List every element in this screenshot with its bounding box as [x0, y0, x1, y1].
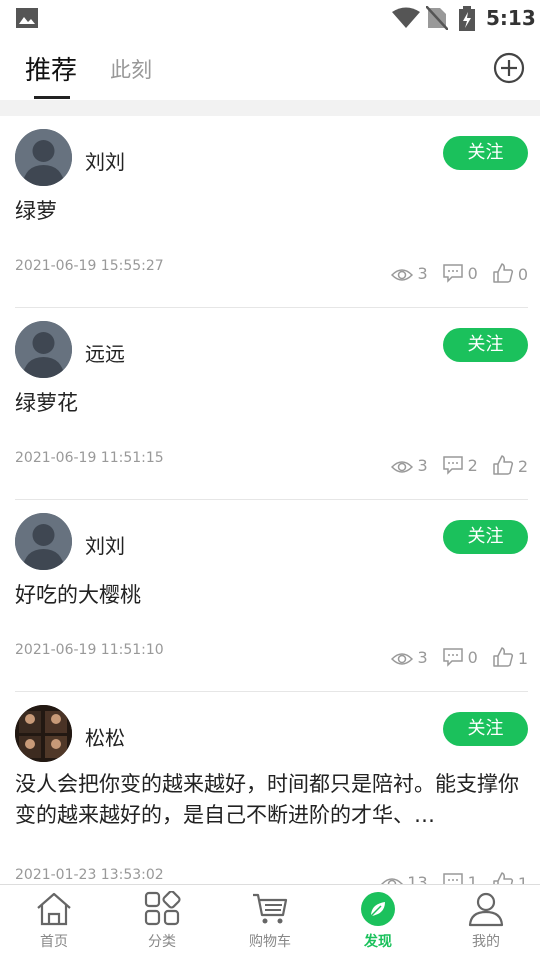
comment-icon: [442, 456, 463, 475]
clock-time: 5:13: [486, 6, 536, 30]
view-count: 3: [391, 264, 428, 283]
follow-button[interactable]: 关注: [443, 712, 528, 746]
comment-count[interactable]: 0: [442, 263, 478, 283]
post-item[interactable]: 松松 关注 没人会把你变的越来越好，时间都只是陪衬。能支撑你变的越来越好的，是自…: [0, 692, 540, 884]
post-time: 2021-06-19 11:51:15: [15, 450, 164, 466]
username[interactable]: 松松: [85, 722, 125, 751]
comment-icon: [442, 648, 463, 667]
follow-button[interactable]: 关注: [443, 136, 528, 170]
like-count[interactable]: 2: [492, 454, 528, 476]
username[interactable]: 刘刘: [85, 146, 125, 175]
discover-icon: [361, 892, 395, 926]
home-icon: [37, 892, 71, 926]
nav-cart[interactable]: 购物车: [230, 891, 310, 951]
thumbs-up-icon: [493, 455, 513, 475]
comment-count[interactable]: 1: [442, 872, 478, 884]
post-content[interactable]: 没人会把你变的越来越好，时间都只是陪衬。能支撑你变的越来越好的，是自己不断进阶的…: [15, 769, 525, 831]
post-content[interactable]: 好吃的大樱桃: [15, 580, 525, 611]
post-time: 2021-06-19 11:51:10: [15, 642, 164, 658]
view-count: 13: [381, 873, 428, 884]
bottom-nav-bar: 首页 分类 购物车 发现 我的: [0, 884, 540, 961]
username[interactable]: 刘刘: [85, 530, 125, 559]
follow-button[interactable]: 关注: [443, 328, 528, 362]
follow-button[interactable]: 关注: [443, 520, 528, 554]
battery-charging-icon: [459, 6, 475, 31]
username[interactable]: 远远: [85, 338, 125, 367]
post-item[interactable]: 远远 关注 绿萝花 2021-06-19 11:51:15 3 2 2: [0, 308, 540, 500]
nav-profile[interactable]: 我的: [446, 891, 526, 951]
default-avatar-icon: [15, 129, 72, 186]
active-tab-indicator: [34, 96, 70, 99]
like-count[interactable]: 1: [492, 871, 528, 884]
eye-icon: [391, 268, 414, 281]
section-divider: [0, 100, 540, 116]
add-post-icon[interactable]: [493, 52, 525, 84]
tab-recommend[interactable]: 推荐: [25, 50, 77, 87]
category-icon: [144, 891, 181, 926]
avatar[interactable]: [15, 705, 72, 762]
post-stats: 3 0 1: [377, 646, 528, 668]
top-tab-bar: 推荐 此刻: [0, 38, 540, 100]
avatar[interactable]: [15, 321, 72, 378]
thumbs-up-icon: [493, 263, 513, 283]
tab-moment[interactable]: 此刻: [110, 54, 152, 84]
view-count: 3: [391, 648, 428, 667]
no-sim-icon: [426, 6, 448, 30]
nav-discover[interactable]: 发现: [338, 891, 418, 951]
image-icon: [16, 8, 38, 28]
default-avatar-icon: [15, 321, 72, 378]
thumbs-up-icon: [493, 872, 513, 884]
post-item[interactable]: 刘刘 关注 绿萝 2021-06-19 15:55:27 3 0 0: [0, 116, 540, 308]
like-count[interactable]: 0: [492, 262, 528, 284]
post-time: 2021-06-19 15:55:27: [15, 258, 164, 274]
wifi-icon: [392, 7, 420, 28]
post-content[interactable]: 绿萝花: [15, 388, 525, 419]
avatar[interactable]: [15, 129, 72, 186]
view-count: 3: [391, 456, 428, 475]
nav-category[interactable]: 分类: [122, 891, 202, 951]
post-stats: 3 0 0: [377, 262, 528, 284]
eye-icon: [381, 877, 404, 884]
post-content[interactable]: 绿萝: [15, 196, 525, 227]
post-time: 2021-01-23 13:53:02: [15, 867, 164, 883]
thumbs-up-icon: [493, 647, 513, 667]
like-count[interactable]: 1: [492, 646, 528, 668]
avatar[interactable]: [15, 513, 72, 570]
comment-count[interactable]: 0: [442, 647, 478, 667]
nav-home[interactable]: 首页: [14, 891, 94, 951]
status-bar: 5:13: [0, 0, 540, 38]
profile-icon: [468, 892, 504, 927]
comment-icon: [442, 873, 463, 884]
photo-avatar-icon: [15, 705, 72, 762]
cart-icon: [253, 893, 288, 924]
comment-count[interactable]: 2: [442, 455, 478, 475]
feed-list: 刘刘 关注 绿萝 2021-06-19 15:55:27 3 0 0 远远 关注…: [0, 116, 540, 884]
eye-icon: [391, 652, 414, 665]
eye-icon: [391, 460, 414, 473]
post-stats: 3 2 2: [377, 454, 528, 476]
comment-icon: [442, 264, 463, 283]
default-avatar-icon: [15, 513, 72, 570]
post-stats: 13 1 1: [367, 871, 528, 884]
post-item[interactable]: 刘刘 关注 好吃的大樱桃 2021-06-19 11:51:10 3 0 1: [0, 500, 540, 692]
